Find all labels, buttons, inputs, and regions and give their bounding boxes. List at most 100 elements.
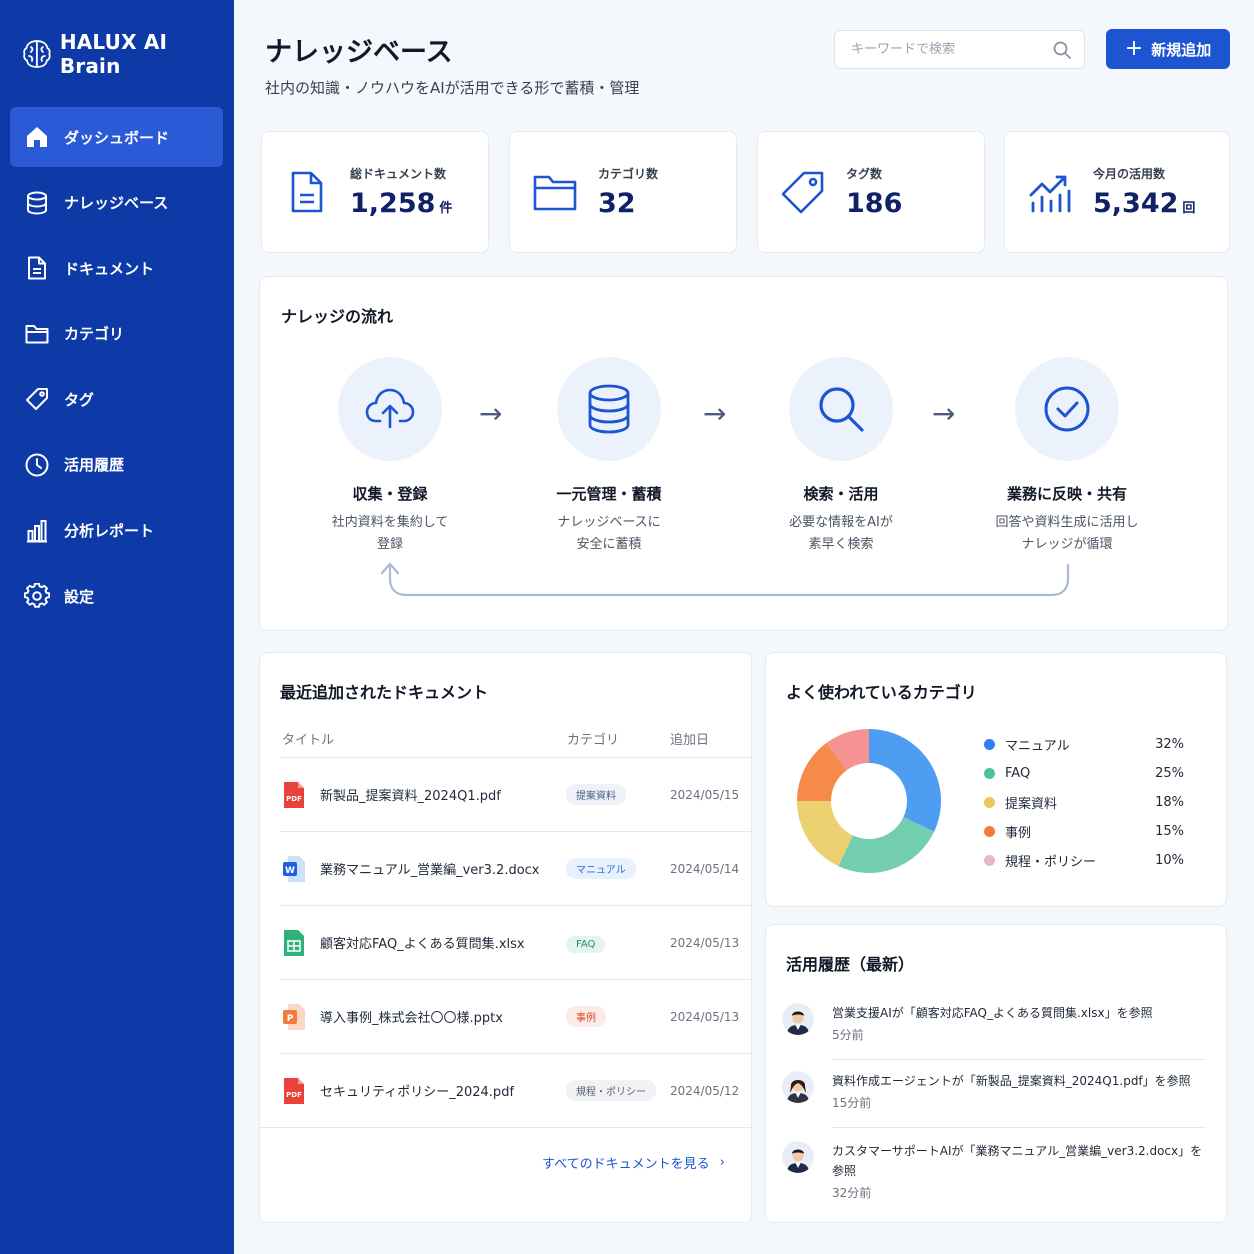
document-icon <box>28 256 46 280</box>
brand[interactable]: HALUX AI Brain <box>22 30 234 78</box>
added-date: 2024/05/12 <box>670 1083 740 1098</box>
legend-item: マニュアル 32% <box>984 734 1184 754</box>
avatar <box>782 1003 814 1035</box>
brand-name: HALUX AI Brain <box>59 30 168 78</box>
sidebar-item-label: ナレッジベース <box>64 194 169 213</box>
cycle-loop-arrow <box>380 562 1070 597</box>
legend-percent: 10% <box>1155 852 1184 868</box>
document-title[interactable]: 新製品_提案資料_2024Q1.pdf <box>320 785 566 804</box>
tag-icon <box>26 388 48 411</box>
bar-chart-icon <box>27 519 47 543</box>
legend-name: 規程・ポリシー <box>1005 854 1097 870</box>
category-badge[interactable]: マニュアル <box>566 858 636 879</box>
cloud-upload-icon <box>365 388 415 429</box>
stat-value: 5,342 <box>1093 188 1179 219</box>
activity-item[interactable]: カスタマーサポートAIが「業務マニュアル_営業編_ver3.2.docx」を参照… <box>782 1141 1206 1201</box>
search-box <box>834 30 1085 69</box>
legend-percent: 32% <box>1155 736 1184 752</box>
step-description: 回答や資料生成に活用し ナレッジが循環 <box>995 515 1139 552</box>
trend-chart-icon <box>1029 175 1071 213</box>
table-row[interactable]: W 業務マニュアル_営業編_ver3.2.docx マニュアル 2024/05/14 <box>280 831 752 905</box>
document-title[interactable]: 導入事例_株式会社〇〇様.pptx <box>320 1007 566 1026</box>
legend-item: 規程・ポリシー 10% <box>984 850 1184 870</box>
flow-step-search: 検索・活用 必要な情報をAIが 素早く検索 <box>741 357 941 556</box>
sidebar-item-categories[interactable]: カテゴリ <box>10 304 223 364</box>
search-icon <box>819 387 864 432</box>
pdf-file-icon: PDF <box>284 1077 304 1104</box>
category-cell: FAQ <box>566 932 670 953</box>
brain-logo-icon <box>23 40 51 68</box>
svg-text:PDF: PDF <box>286 795 302 803</box>
document-title[interactable]: 顧客対応FAQ_よくある質問集.xlsx <box>320 933 566 952</box>
svg-text:PDF: PDF <box>286 1091 302 1099</box>
added-date: 2024/05/14 <box>670 861 740 876</box>
activity-content: カスタマーサポートAIが「業務マニュアル_営業編_ver3.2.docx」を参照… <box>832 1141 1206 1201</box>
sidebar-item-label: ドキュメント <box>64 259 155 278</box>
svg-text:W: W <box>285 866 295 876</box>
donut-slice-0 <box>869 729 941 832</box>
sidebar-item-settings[interactable]: 設定 <box>10 566 223 626</box>
category-badge[interactable]: 事例 <box>566 1006 606 1027</box>
stat-card-categories: カテゴリ数 32 <box>509 131 737 253</box>
sidebar-item-reports[interactable]: 分析レポート <box>10 501 223 561</box>
see-all-label: すべてのドキュメントを見る <box>542 1157 710 1172</box>
sidebar-item-label: 設定 <box>64 587 95 606</box>
legend-dot <box>984 738 995 750</box>
document-title[interactable]: セキュリティポリシー_2024.pdf <box>320 1081 566 1100</box>
flow-step-share: 業務に反映・共有 回答や資料生成に活用し ナレッジが循環 <box>967 357 1167 556</box>
step-title: 検索・活用 <box>803 485 879 503</box>
legend-item: 提案資料 18% <box>984 792 1184 812</box>
category-badge[interactable]: 提案資料 <box>566 784 626 805</box>
category-badge[interactable]: 規程・ポリシー <box>566 1080 656 1101</box>
add-new-button[interactable]: + 新規追加 <box>1106 29 1230 69</box>
legend-name: 事例 <box>1005 825 1032 841</box>
activity-item[interactable]: 資料作成エージェントが「新製品_提案資料_2024Q1.pdf」を参照 15分前 <box>782 1071 1206 1111</box>
sidebar-nav: ダッシュボード ナレッジベース ドキュメント カテゴリ タグ 活用履歴 分析レポ… <box>10 107 223 632</box>
table-row[interactable]: PDF セキュリティポリシー_2024.pdf 規程・ポリシー 2024/05/12 <box>280 1053 752 1127</box>
add-new-label: 新規追加 <box>1151 40 1212 59</box>
search-input[interactable] <box>851 42 1052 57</box>
tag-icon <box>781 171 824 214</box>
sidebar-item-documents[interactable]: ドキュメント <box>10 238 223 298</box>
sidebar-item-knowledge-base[interactable]: ナレッジベース <box>10 173 223 233</box>
activity-text: カスタマーサポートAIが「業務マニュアル_営業編_ver3.2.docx」を参照 <box>832 1144 1203 1178</box>
legend-dot <box>984 767 995 779</box>
search-icon[interactable] <box>1052 40 1072 60</box>
document-icon <box>291 171 323 213</box>
categories-title: よく使われているカテゴリ <box>786 683 977 702</box>
sidebar-item-tags[interactable]: タグ <box>10 369 223 429</box>
table-row[interactable]: P 導入事例_株式会社〇〇様.pptx 事例 2024/05/13 <box>280 979 752 1053</box>
column-header-category[interactable]: カテゴリ <box>567 729 619 748</box>
legend-item: FAQ 25% <box>984 763 1184 783</box>
category-badge[interactable]: FAQ <box>566 936 606 953</box>
column-header-title[interactable]: タイトル <box>282 729 334 748</box>
document-title[interactable]: 業務マニュアル_営業編_ver3.2.docx <box>320 859 566 878</box>
activity-text: 資料作成エージェントが「新製品_提案資料_2024Q1.pdf」を参照 <box>832 1074 1191 1088</box>
stat-value: 32 <box>598 188 636 219</box>
column-header-date[interactable]: 追加日 <box>670 729 709 748</box>
see-all-documents-link[interactable]: すべてのドキュメントを見る › <box>542 1153 725 1172</box>
folder-icon <box>533 175 577 211</box>
donut-slice-1 <box>838 817 935 873</box>
sidebar-item-label: タグ <box>64 390 95 409</box>
page-title: ナレッジベース <box>265 37 453 68</box>
check-circle-icon <box>1044 386 1090 432</box>
avatar <box>782 1071 814 1103</box>
activity-divider <box>832 1127 1206 1128</box>
sidebar: HALUX AI Brain ダッシュボード ナレッジベース ドキュメント カテ… <box>0 0 234 1254</box>
gear-icon <box>24 583 50 608</box>
added-date: 2024/05/13 <box>670 935 740 950</box>
activity-item[interactable]: 営業支援AIが「顧客対応FAQ_よくある質問集.xlsx」を参照 5分前 <box>782 1003 1206 1043</box>
step-description: 社内資料を集約して 登録 <box>331 515 449 552</box>
table-row[interactable]: PDF 新製品_提案資料_2024Q1.pdf 提案資料 2024/05/15 <box>280 757 752 831</box>
step-icon-circle <box>1015 357 1119 461</box>
sidebar-item-label: ダッシュボード <box>64 128 170 147</box>
table-row[interactable]: 顧客対応FAQ_よくある質問集.xlsx FAQ 2024/05/13 <box>280 905 752 979</box>
step-description: 必要な情報をAIが 素早く検索 <box>789 515 893 552</box>
stat-value: 1,258 <box>350 188 436 219</box>
popular-categories-panel: よく使われているカテゴリ マニュアル 32% FAQ 25% 提案資料 18% 事例 15% 規… <box>765 652 1227 907</box>
sidebar-item-usage-history[interactable]: 活用履歴 <box>10 435 223 495</box>
sidebar-item-dashboard[interactable]: ダッシュボード <box>10 107 223 167</box>
stat-value: 186 <box>846 188 903 219</box>
svg-text:P: P <box>287 1014 294 1024</box>
